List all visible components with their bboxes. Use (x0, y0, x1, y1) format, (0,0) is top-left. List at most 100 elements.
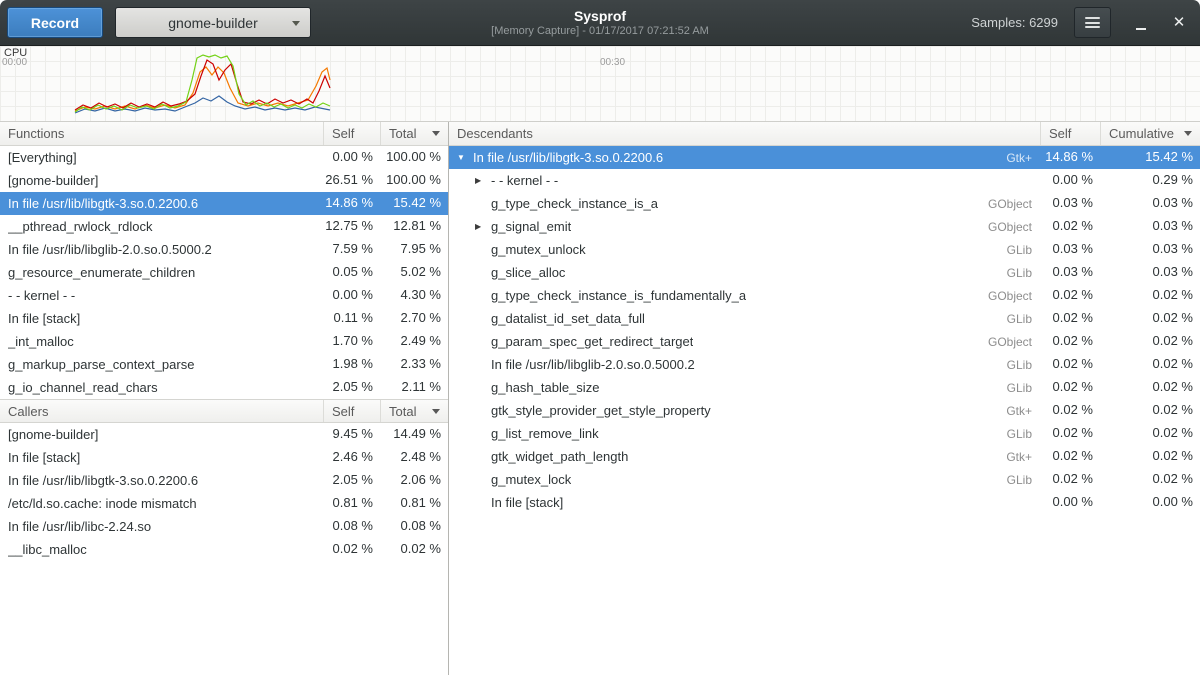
table-row[interactable]: In file /usr/lib/libglib-2.0.so.0.5000.2… (0, 238, 448, 261)
self-percent: 0.02 % (1040, 330, 1100, 353)
name-cell: g_param_spec_get_redirect_targetGObject (449, 330, 1040, 353)
table-row[interactable]: g_mutex_unlockGLib0.03 %0.03 % (449, 238, 1200, 261)
table-row[interactable]: g_slice_allocGLib0.03 %0.03 % (449, 261, 1200, 284)
table-row[interactable]: g_type_check_instance_is_aGObject0.03 %0… (449, 192, 1200, 215)
cumulative-percent: 0.02 % (1100, 445, 1200, 468)
table-row[interactable]: g_mutex_lockGLib0.02 %0.02 % (449, 468, 1200, 491)
function-name: [Everything] (8, 147, 77, 169)
function-name: In file /usr/lib/libgtk-3.so.0.2200.6 (8, 470, 198, 492)
table-row[interactable]: __libc_malloc0.02 %0.02 % (0, 538, 448, 561)
cumulative-percent: 0.00 % (1100, 491, 1200, 514)
column-header-self[interactable]: Self (323, 400, 380, 422)
close-icon: ✕ (1173, 15, 1186, 30)
cumulative-percent: 15.42 % (1100, 146, 1200, 169)
name-cell: ▶- - kernel - - (449, 169, 1040, 192)
name-cell: g_io_channel_read_chars (0, 376, 323, 399)
self-percent: 0.03 % (1040, 192, 1100, 215)
self-percent: 12.75 % (323, 215, 380, 238)
self-percent: 9.45 % (323, 423, 380, 446)
category-label: GLib (997, 377, 1032, 399)
table-row[interactable]: In file /usr/lib/libglib-2.0.so.0.5000.2… (449, 353, 1200, 376)
name-cell: gtk_style_provider_get_style_propertyGtk… (449, 399, 1040, 422)
table-row[interactable]: In file /usr/lib/libc-2.24.so0.08 %0.08 … (0, 515, 448, 538)
self-percent: 0.11 % (323, 307, 380, 330)
total-percent: 4.30 % (380, 284, 448, 307)
name-cell: __pthread_rwlock_rdlock (0, 215, 323, 238)
name-cell: g_hash_table_sizeGLib (449, 376, 1040, 399)
cumulative-percent: 0.03 % (1100, 261, 1200, 284)
function-name: g_mutex_unlock (491, 239, 586, 261)
table-row[interactable]: g_type_check_instance_is_fundamentally_a… (449, 284, 1200, 307)
table-row[interactable]: g_resource_enumerate_children0.05 %5.02 … (0, 261, 448, 284)
expander-closed-icon[interactable]: ▶ (475, 170, 491, 192)
name-cell: __libc_malloc (0, 538, 323, 561)
cumulative-percent: 0.02 % (1100, 468, 1200, 491)
total-percent: 2.49 % (380, 330, 448, 353)
table-row[interactable]: ▶- - kernel - -0.00 %0.29 % (449, 169, 1200, 192)
column-header-callers[interactable]: Callers (0, 400, 323, 422)
total-percent: 2.33 % (380, 353, 448, 376)
column-header-total[interactable]: Total (380, 122, 448, 145)
self-percent: 7.59 % (323, 238, 380, 261)
record-button[interactable]: Record (7, 7, 103, 38)
table-row[interactable]: g_markup_parse_context_parse1.98 %2.33 % (0, 353, 448, 376)
self-percent: 1.98 % (323, 353, 380, 376)
minimize-button[interactable] (1127, 9, 1155, 37)
table-row[interactable]: In file [stack]0.00 %0.00 % (449, 491, 1200, 514)
self-percent: 0.02 % (1040, 445, 1100, 468)
callers-rows: [gnome-builder]9.45 %14.49 %In file [sta… (0, 423, 448, 561)
column-header-functions[interactable]: Functions (0, 122, 323, 145)
table-row[interactable]: g_hash_table_sizeGLib0.02 %0.02 % (449, 376, 1200, 399)
name-cell: In file [stack] (0, 307, 323, 330)
table-row[interactable]: ▼In file /usr/lib/libgtk-3.so.0.2200.6Gt… (449, 146, 1200, 169)
table-row[interactable]: g_list_remove_linkGLib0.02 %0.02 % (449, 422, 1200, 445)
close-button[interactable]: ✕ (1165, 9, 1193, 37)
table-row[interactable]: [gnome-builder]9.45 %14.49 % (0, 423, 448, 446)
functions-table-header: Functions Self Total (0, 122, 448, 146)
table-row[interactable]: gtk_style_provider_get_style_propertyGtk… (449, 399, 1200, 422)
name-cell: [gnome-builder] (0, 169, 323, 192)
column-header-total[interactable]: Total (380, 400, 448, 422)
total-percent: 100.00 % (380, 146, 448, 169)
expander-closed-icon[interactable]: ▶ (475, 216, 491, 238)
process-selector-dropdown[interactable]: gnome-builder (115, 7, 311, 38)
total-percent: 0.02 % (380, 538, 448, 561)
process-selector-label: gnome-builder (168, 15, 258, 31)
column-header-self[interactable]: Self (323, 122, 380, 145)
function-name: - - kernel - - (491, 170, 558, 192)
cumulative-percent: 0.03 % (1100, 192, 1200, 215)
name-cell: g_datalist_id_set_data_fullGLib (449, 307, 1040, 330)
right-pane: Descendants Self Cumulative ▼In file /us… (449, 122, 1200, 675)
cpu-graph[interactable]: CPU 00:00 00:30 (0, 46, 1200, 122)
table-row[interactable]: In file [stack]0.11 %2.70 % (0, 307, 448, 330)
column-header-descendants[interactable]: Descendants (449, 122, 1040, 145)
table-row[interactable]: - - kernel - -0.00 %4.30 % (0, 284, 448, 307)
self-percent: 0.02 % (1040, 399, 1100, 422)
category-label: GObject (978, 216, 1032, 238)
table-row[interactable]: __pthread_rwlock_rdlock12.75 %12.81 % (0, 215, 448, 238)
table-row[interactable]: ▶g_signal_emitGObject0.02 %0.03 % (449, 215, 1200, 238)
function-name: g_datalist_id_set_data_full (491, 308, 645, 330)
column-header-cumulative[interactable]: Cumulative (1100, 122, 1200, 145)
table-row[interactable]: g_io_channel_read_chars2.05 %2.11 % (0, 376, 448, 399)
self-percent: 0.02 % (1040, 284, 1100, 307)
table-row[interactable]: [Everything]0.00 %100.00 % (0, 146, 448, 169)
title-box: Sysprof [Memory Capture] - 01/17/2017 07… (491, 8, 709, 38)
column-header-self[interactable]: Self (1040, 122, 1100, 145)
name-cell: In file /usr/lib/libgtk-3.so.0.2200.6 (0, 192, 323, 215)
table-row[interactable]: g_param_spec_get_redirect_targetGObject0… (449, 330, 1200, 353)
self-percent: 0.03 % (1040, 261, 1100, 284)
table-row[interactable]: _int_malloc1.70 %2.49 % (0, 330, 448, 353)
table-row[interactable]: /etc/ld.so.cache: inode mismatch0.81 %0.… (0, 492, 448, 515)
total-percent: 0.08 % (380, 515, 448, 538)
cumulative-percent: 0.02 % (1100, 307, 1200, 330)
expander-open-icon[interactable]: ▼ (457, 147, 473, 169)
table-row[interactable]: gtk_widget_path_lengthGtk+0.02 %0.02 % (449, 445, 1200, 468)
table-row[interactable]: In file [stack]2.46 %2.48 % (0, 446, 448, 469)
table-row[interactable]: In file /usr/lib/libgtk-3.so.0.2200.62.0… (0, 469, 448, 492)
table-row[interactable]: g_datalist_id_set_data_fullGLib0.02 %0.0… (449, 307, 1200, 330)
table-row[interactable]: [gnome-builder]26.51 %100.00 % (0, 169, 448, 192)
self-percent: 0.00 % (1040, 169, 1100, 192)
table-row[interactable]: In file /usr/lib/libgtk-3.so.0.2200.614.… (0, 192, 448, 215)
menu-button[interactable] (1074, 7, 1111, 38)
